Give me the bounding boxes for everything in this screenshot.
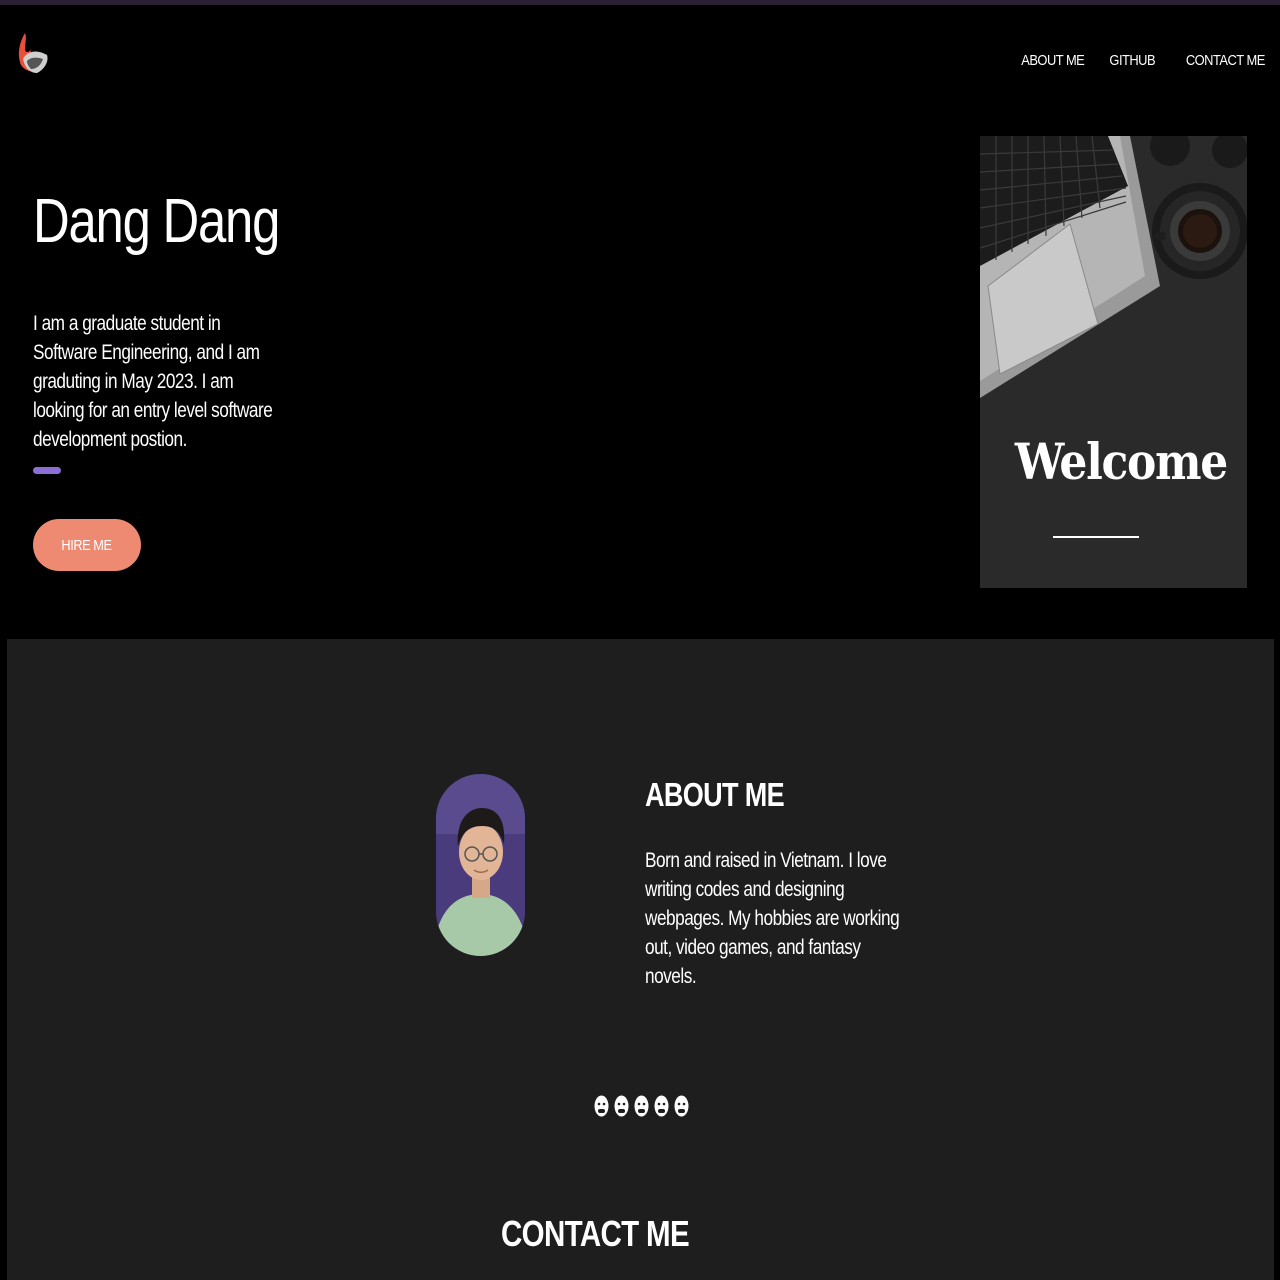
nav-about-me[interactable]: ABOUT ME <box>1021 48 1085 73</box>
about-section: ABOUT ME Born and raised in Vietnam. I l… <box>7 639 1274 1280</box>
hire-me-label: HIRE ME <box>61 536 113 554</box>
nav-contact-me[interactable]: CONTACT ME <box>1186 48 1265 73</box>
person-icon[interactable] <box>634 1095 649 1117</box>
person-icon[interactable] <box>654 1095 669 1117</box>
profile-avatar <box>436 774 525 956</box>
about-text: Born and raised in Vietnam. I love writi… <box>645 849 900 988</box>
welcome-title: Welcome <box>1015 432 1228 491</box>
social-icons-row <box>594 1095 689 1117</box>
welcome-underline <box>1053 536 1139 538</box>
logo-icon[interactable] <box>17 31 51 75</box>
hero-bio: I am a graduate student in Software Engi… <box>33 312 273 451</box>
main-nav: ABOUT ME GITHUB CONTACT ME <box>1011 48 1265 73</box>
about-title: ABOUT ME <box>645 776 785 813</box>
hero-name: Dang Dang <box>33 187 280 256</box>
person-icon[interactable] <box>614 1095 629 1117</box>
person-icon[interactable] <box>674 1095 689 1117</box>
welcome-card: Welcome <box>980 136 1247 588</box>
accent-bar <box>33 467 61 474</box>
person-icon[interactable] <box>594 1095 609 1117</box>
nav-github[interactable]: GITHUB <box>1110 48 1156 73</box>
contact-title: CONTACT ME <box>501 1213 690 1254</box>
laptop-coffee-image <box>980 136 1247 588</box>
hire-me-button[interactable]: HIRE ME <box>33 519 141 571</box>
top-border <box>0 0 1280 5</box>
